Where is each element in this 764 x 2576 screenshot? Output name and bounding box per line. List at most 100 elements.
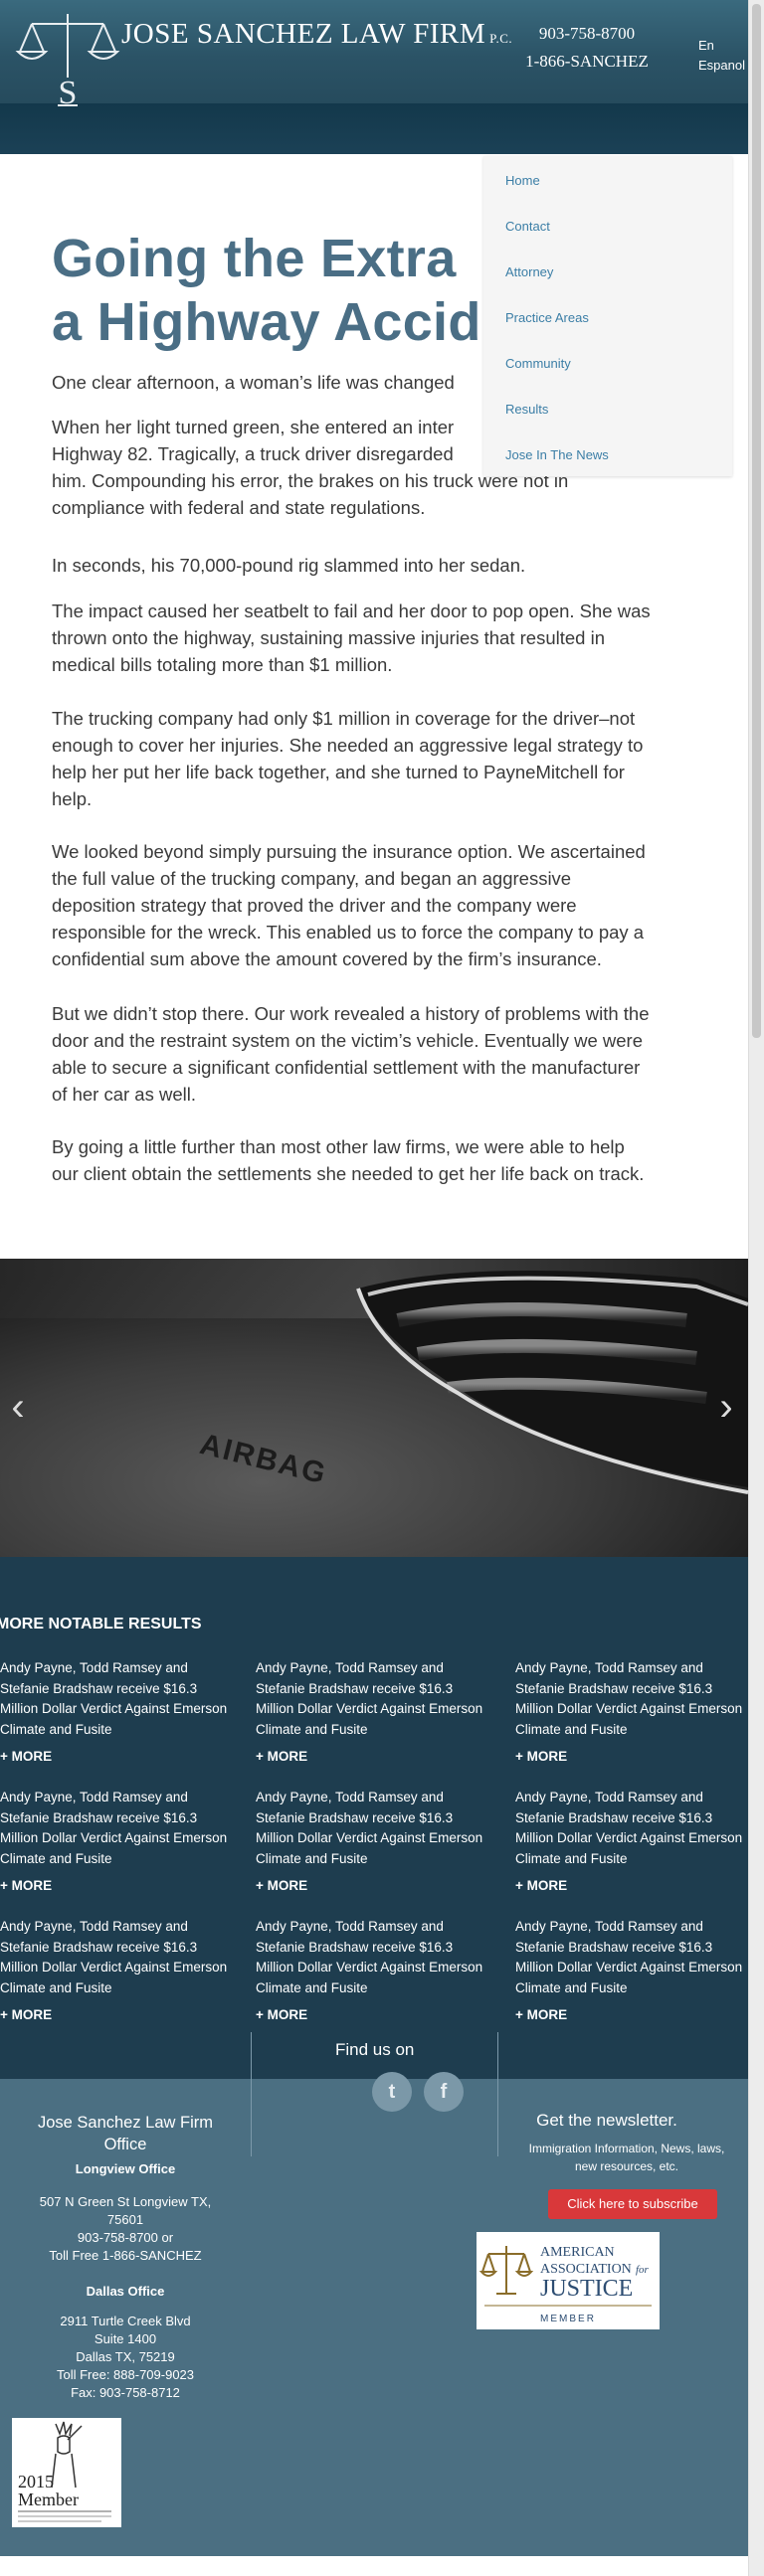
text-line: thrown onto the highway, sustaining mass… <box>52 627 605 648</box>
paragraph-3: In seconds, his 70,000-pound rig slammed… <box>52 552 668 579</box>
more-link[interactable]: + MORE <box>515 1749 567 1764</box>
more-link[interactable]: + MORE <box>515 1878 567 1893</box>
result-text-line: Stefanie Bradshaw receive $16.3 <box>256 1680 454 1696</box>
nav-item-contact[interactable]: Contact <box>505 219 550 234</box>
phone-line[interactable]: Toll Free 1-866-SANCHEZ <box>0 2247 251 2265</box>
result-text-line: Million Dollar Verdict Against Emerson <box>515 1701 743 1716</box>
image-slider[interactable]: AIRBAG <box>0 1259 748 1557</box>
nav-item-jose-in-the-news[interactable]: Jose In The News <box>505 447 609 462</box>
text-line: of her car as well. <box>52 1084 196 1105</box>
result-text-line: Climate and Fusite <box>515 1721 628 1737</box>
chevron-right-icon[interactable]: › <box>708 1382 744 1432</box>
result-item[interactable]: Andy Payne, Todd Ramsey and Stefanie Brad… <box>256 1788 504 1869</box>
scrollbar[interactable] <box>748 0 764 2576</box>
address-line: Dallas TX, 75219 <box>76 2349 175 2364</box>
divider <box>251 2032 252 2156</box>
header-phones: 903-758-8700 1-866-SANCHEZ <box>517 20 657 76</box>
paragraph-4: The impact caused her seatbelt to fail a… <box>52 598 668 678</box>
address-line: 75601 <box>106 2212 144 2227</box>
scrollbar-thumb[interactable] <box>752 4 761 1038</box>
result-item[interactable]: Andy Payne, Todd Ramsey and Stefanie Brad… <box>0 1658 249 1740</box>
result-text-line: Million Dollar Verdict Against Emerson <box>256 1960 483 1975</box>
airbag-dashboard-image: AIRBAG <box>0 1259 748 1557</box>
language-switch: En Espanol <box>698 36 745 76</box>
text-line: our client obtain the settlements she ne… <box>52 1163 645 1184</box>
more-link[interactable]: + MORE <box>256 1878 307 1893</box>
nav-item-practice-areas[interactable]: Practice Areas <box>505 310 589 325</box>
toll-free-number[interactable]: 1-866-SANCHEZ <box>517 48 657 76</box>
result-text-line: Andy Payne, Todd Ramsey and <box>515 1919 703 1934</box>
text-line: deposition strategy that proved the driv… <box>52 895 577 916</box>
results-heading: MORE NOTABLE RESULTS <box>0 1616 202 1632</box>
result-text-line: Million Dollar Verdict Against Emerson <box>0 1830 228 1845</box>
phone-line[interactable]: 903-758-8700 or <box>0 2229 251 2247</box>
facebook-icon[interactable]: f <box>424 2072 464 2112</box>
result-text-line: Million Dollar Verdict Against Emerson <box>256 1830 483 1845</box>
result-item[interactable]: Andy Payne, Todd Ramsey and Stefanie Brad… <box>515 1917 764 1998</box>
address-line: 2911 Turtle Creek Blvd <box>60 2314 191 2328</box>
svg-text:S: S <box>59 75 78 107</box>
result-item[interactable]: Andy Payne, Todd Ramsey and Stefanie Brad… <box>256 1917 504 1998</box>
lang-english-link[interactable]: En <box>698 36 745 56</box>
lang-spanish-link[interactable]: Espanol <box>698 56 745 76</box>
text-line: confidential sum above the amount covere… <box>52 948 602 969</box>
scales-logo-icon[interactable]: S <box>4 8 123 107</box>
result-text-line: Million Dollar Verdict Against Emerson <box>256 1701 483 1716</box>
nav-item-community[interactable]: Community <box>505 356 571 371</box>
twitter-icon[interactable]: t <box>372 2072 412 2112</box>
paragraph-8: By going a little further than most othe… <box>52 1133 668 1187</box>
text-line: able to secure a significant confidentia… <box>52 1057 641 1078</box>
more-link[interactable]: + MORE <box>0 2007 52 2022</box>
firm-name-text: JOSE SANCHEZ LAW FIRM <box>121 18 486 50</box>
firm-name[interactable]: JOSE SANCHEZ LAW FIRM P.C. <box>121 18 512 51</box>
longview-heading: Longview Office <box>75 2161 176 2176</box>
more-link[interactable]: + MORE <box>515 2007 567 2022</box>
result-text-line: Andy Payne, Todd Ramsey and <box>0 1919 188 1934</box>
result-item[interactable]: Andy Payne, Todd Ramsey and Stefanie Brad… <box>256 1658 504 1740</box>
result-text-line: Stefanie Bradshaw receive $16.3 <box>256 1809 454 1825</box>
phone-line[interactable]: Toll Free: 888-709-9023 <box>0 2366 251 2384</box>
paragraph-6: We looked beyond simply pursuing the ins… <box>52 838 668 972</box>
more-link[interactable]: + MORE <box>256 1749 307 1764</box>
result-item[interactable]: Andy Payne, Todd Ramsey and Stefanie Brad… <box>0 1788 249 1869</box>
more-link[interactable]: + MORE <box>0 1749 52 1764</box>
member-2015-badge[interactable]: 2015 Member <box>12 2418 121 2527</box>
result-text-line: Climate and Fusite <box>0 1721 112 1737</box>
nav-item-attorney[interactable]: Attorney <box>505 264 553 279</box>
result-text-line: Stefanie Bradshaw receive $16.3 <box>0 1680 198 1696</box>
text-line: the full value of the trucking company, … <box>52 868 572 889</box>
text-line: But we didn’t stop there. Our work revea… <box>52 1003 650 1024</box>
text-line: help. <box>52 788 93 809</box>
newsletter-sub-line: Immigration Information, News, laws, <box>528 2142 725 2155</box>
result-item[interactable]: Andy Payne, Todd Ramsey and Stefanie Brad… <box>0 1917 249 1998</box>
text-line: The impact caused her seatbelt to fail a… <box>52 601 651 621</box>
site-header: S JOSE SANCHEZ LAW FIRM P.C. 903-758-8700… <box>0 0 748 154</box>
result-text-line: Andy Payne, Todd Ramsey and <box>0 1790 188 1804</box>
nav-item-home[interactable]: Home <box>505 173 540 188</box>
aaj-member-badge[interactable]: AMERICAN ASSOCIATION for JUSTICE MEMBER <box>477 2232 660 2329</box>
result-text-line: Andy Payne, Todd Ramsey and <box>515 1790 703 1804</box>
newsletter-sub-line: new resources, etc. <box>574 2159 679 2173</box>
chevron-left-icon[interactable]: ‹ <box>0 1382 36 1432</box>
more-link[interactable]: + MORE <box>256 2007 307 2022</box>
result-text-line: Stefanie Bradshaw receive $16.3 <box>515 1809 713 1825</box>
aaj-justice: JUSTICE <box>540 2276 633 2302</box>
office-title-line: Office <box>103 2136 147 2153</box>
more-link[interactable]: + MORE <box>0 1878 52 1893</box>
result-text-line: Stefanie Bradshaw receive $16.3 <box>515 1939 713 1955</box>
result-item[interactable]: Andy Payne, Todd Ramsey and Stefanie Brad… <box>515 1658 764 1740</box>
result-text-line: Million Dollar Verdict Against Emerson <box>515 1830 743 1845</box>
badge-member: Member <box>18 2490 79 2509</box>
subscribe-button[interactable]: Click here to subscribe <box>548 2189 717 2219</box>
nav-item-results[interactable]: Results <box>505 402 548 417</box>
result-text-line: Andy Payne, Todd Ramsey and <box>515 1660 703 1675</box>
office-title-line: Jose Sanchez Law Firm <box>37 2114 214 2132</box>
text-line: By going a little further than most othe… <box>52 1136 625 1157</box>
result-text-line: Climate and Fusite <box>256 1721 368 1737</box>
firm-suffix: P.C. <box>489 31 513 46</box>
result-text-line: Climate and Fusite <box>256 1850 368 1866</box>
phone-number[interactable]: 903-758-8700 <box>517 20 657 48</box>
office-title: Jose Sanchez Law Firm Office <box>16 2112 235 2155</box>
page: S JOSE SANCHEZ LAW FIRM P.C. 903-758-8700… <box>0 0 764 2576</box>
result-item[interactable]: Andy Payne, Todd Ramsey and Stefanie Brad… <box>515 1788 764 1869</box>
